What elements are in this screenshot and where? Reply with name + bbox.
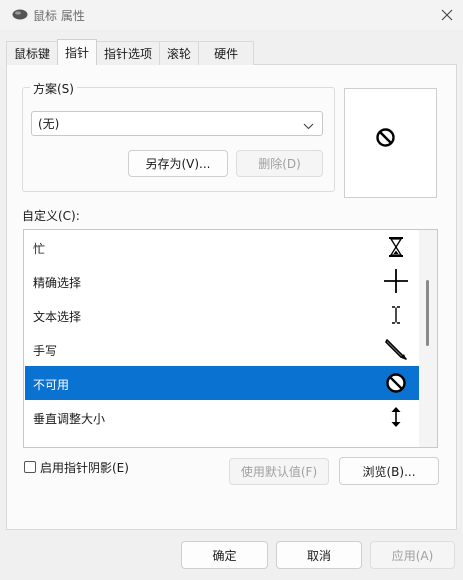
unavailable-cursor-icon [375, 127, 396, 151]
use-default-button[interactable]: 使用默认值(F) [229, 458, 329, 485]
crosshair-icon [381, 266, 411, 296]
chevron-down-icon [303, 119, 314, 133]
list-item[interactable]: 不可用 [25, 366, 419, 400]
close-icon [441, 9, 453, 21]
cancel-button[interactable]: 取消 [276, 541, 362, 569]
list-item-label: 手写 [33, 344, 58, 358]
cursor-list[interactable]: 忙 精确选择 文本选择 手写 不可用 垂直调整大小 [23, 229, 438, 448]
tab-hardware[interactable]: 硬件 [198, 41, 255, 65]
scheme-select-value: (无) [38, 117, 60, 131]
ibeam-icon [381, 300, 411, 330]
scheme-legend: 方案(S) [30, 80, 77, 97]
delete-button[interactable]: 删除(D) [236, 150, 323, 177]
list-item[interactable]: 垂直调整大小 [25, 400, 419, 434]
pointer-shadow-label[interactable]: 启用指针阴影(E) [40, 459, 129, 476]
hourglass-icon [381, 232, 411, 262]
list-item[interactable]: 手写 [25, 332, 419, 366]
browse-button[interactable]: 浏览(B)... [339, 457, 439, 485]
list-item-label: 忙 [33, 242, 46, 256]
mouse-app-icon [12, 9, 28, 20]
ok-button[interactable]: 确定 [181, 541, 268, 569]
apply-button[interactable]: 应用(A) [370, 541, 455, 569]
horizontal-resize-icon [381, 440, 411, 447]
pointer-shadow-checkbox[interactable] [24, 461, 36, 473]
pen-icon [381, 334, 411, 364]
list-item-label: 文本选择 [33, 310, 82, 324]
list-item-partial[interactable] [25, 434, 419, 447]
customize-label: 自定义(C): [22, 209, 80, 223]
save-as-button[interactable]: 另存为(V)... [128, 150, 228, 177]
list-item-label: 精确选择 [33, 276, 82, 290]
tab-bar: 鼠标键 指针 指针选项 滚轮 硬件 [6, 39, 255, 65]
unavailable-cursor-icon [381, 368, 411, 398]
tab-buttons[interactable]: 鼠标键 [6, 41, 59, 65]
list-scrollbar[interactable] [419, 230, 437, 447]
list-item[interactable]: 忙 [25, 230, 419, 264]
close-button[interactable] [436, 4, 458, 26]
list-item-label: 不可用 [33, 378, 70, 392]
tab-pointer-options[interactable]: 指针选项 [96, 41, 161, 65]
scheme-select[interactable]: (无) [31, 111, 323, 136]
vertical-resize-icon [381, 402, 411, 432]
tab-wheel[interactable]: 滚轮 [159, 41, 200, 65]
window-title: 鼠标 属性 [33, 9, 85, 23]
scrollbar-thumb[interactable] [426, 280, 429, 346]
tab-pointers[interactable]: 指针 [57, 39, 98, 65]
list-item-label: 垂直调整大小 [33, 412, 106, 426]
list-item[interactable]: 精确选择 [25, 264, 419, 298]
list-item[interactable]: 文本选择 [25, 298, 419, 332]
